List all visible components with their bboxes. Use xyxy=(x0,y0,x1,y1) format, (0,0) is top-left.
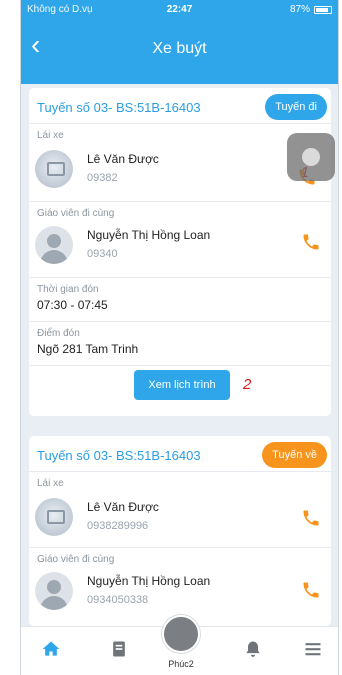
view-schedule-button[interactable]: Xem lịch trình xyxy=(134,370,230,400)
bell-icon xyxy=(246,641,260,657)
nav-profile[interactable]: Phúc2 xyxy=(158,615,204,675)
driver-avatar xyxy=(35,150,73,188)
app-header: Không có D.vụ 22:47 87% ‹ Xe buýt xyxy=(21,0,338,84)
direction-badge-outbound[interactable]: Tuyến đi xyxy=(265,94,327,120)
pickup-place-label: Điểm đón xyxy=(37,328,80,339)
trip-card-return: Tuyến số 03- BS:51B-16403 Tuyến về Lái x… xyxy=(29,436,331,626)
book-icon xyxy=(113,641,125,657)
status-battery: 87% xyxy=(290,4,332,15)
touch-indicator xyxy=(287,133,335,181)
driver-phone: 0938289996 xyxy=(87,520,149,532)
route-title: Tuyến số 03- BS:51B-16403 xyxy=(37,100,201,115)
annotation-number-2: 2 xyxy=(243,376,252,393)
driver-label: Lái xe xyxy=(37,130,64,141)
battery-icon xyxy=(314,5,332,14)
nav-book[interactable] xyxy=(99,627,139,675)
pickup-place-value: Ngõ 281 Tam Trinh xyxy=(37,342,139,356)
page-title: Xe buýt xyxy=(152,40,207,57)
profile-name: Phúc2 xyxy=(168,659,194,669)
trip-card-header: Tuyến số 03- BS:51B-16403 Tuyến đi xyxy=(29,88,331,124)
teacher-phone: 0934050338 xyxy=(87,594,149,606)
teacher-section: Giáo viên đi cùng Nguyễn Thị Hồng Loan 0… xyxy=(29,202,331,278)
direction-badge-return[interactable]: Tuyến về xyxy=(262,442,327,468)
driver-label: Lái xe xyxy=(37,478,64,489)
driver-phone: 09382 xyxy=(87,172,118,184)
pickup-time-label: Thời gian đón xyxy=(37,284,99,295)
driver-section: Lái xe Lê Văn Được 09382 1 xyxy=(29,124,331,202)
driver-name: Lê Văn Được xyxy=(87,500,159,514)
battery-percent: 87% xyxy=(289,4,310,15)
teacher-call-button[interactable] xyxy=(301,232,321,252)
pickup-time-value: 07:30 - 07:45 xyxy=(37,298,108,312)
teacher-name: Nguyễn Thị Hồng Loan xyxy=(87,228,211,242)
driver-section: Lái xe Lê Văn Được 0938289996 xyxy=(29,472,331,548)
pickup-place-section: Điểm đón Ngõ 281 Tam Trinh xyxy=(29,322,331,366)
teacher-label: Giáo viên đi cùng xyxy=(37,208,115,219)
nav-menu[interactable] xyxy=(293,627,333,675)
route-title: Tuyến số 03- BS:51B-16403 xyxy=(37,448,201,463)
phone-screen: Không có D.vụ 22:47 87% ‹ Xe buýt Tuyến … xyxy=(20,0,339,675)
teacher-avatar xyxy=(35,572,73,610)
profile-avatar xyxy=(162,615,200,653)
nav-notifications[interactable] xyxy=(233,627,273,675)
teacher-name: Nguyễn Thị Hồng Loan xyxy=(87,574,211,588)
teacher-call-button[interactable] xyxy=(301,580,321,600)
menu-icon xyxy=(305,643,321,656)
driver-avatar xyxy=(35,498,73,536)
teacher-avatar xyxy=(35,226,73,264)
status-bar: Không có D.vụ 22:47 87% xyxy=(21,0,338,20)
trip-card-outbound: Tuyến số 03- BS:51B-16403 Tuyến đi Lái x… xyxy=(29,88,335,416)
teacher-phone: 09340 xyxy=(87,248,118,260)
home-icon xyxy=(42,641,60,656)
nav-home[interactable] xyxy=(31,627,71,675)
teacher-label: Giáo viên đi cùng xyxy=(37,554,115,565)
driver-name: Lê Văn Được xyxy=(87,152,159,166)
trip-card-header: Tuyến số 03- BS:51B-16403 Tuyến về xyxy=(29,436,331,472)
pickup-time-section: Thời gian đón 07:30 - 07:45 xyxy=(29,278,331,322)
bottom-nav: Phúc2 xyxy=(21,615,338,675)
driver-call-button[interactable] xyxy=(301,508,321,528)
